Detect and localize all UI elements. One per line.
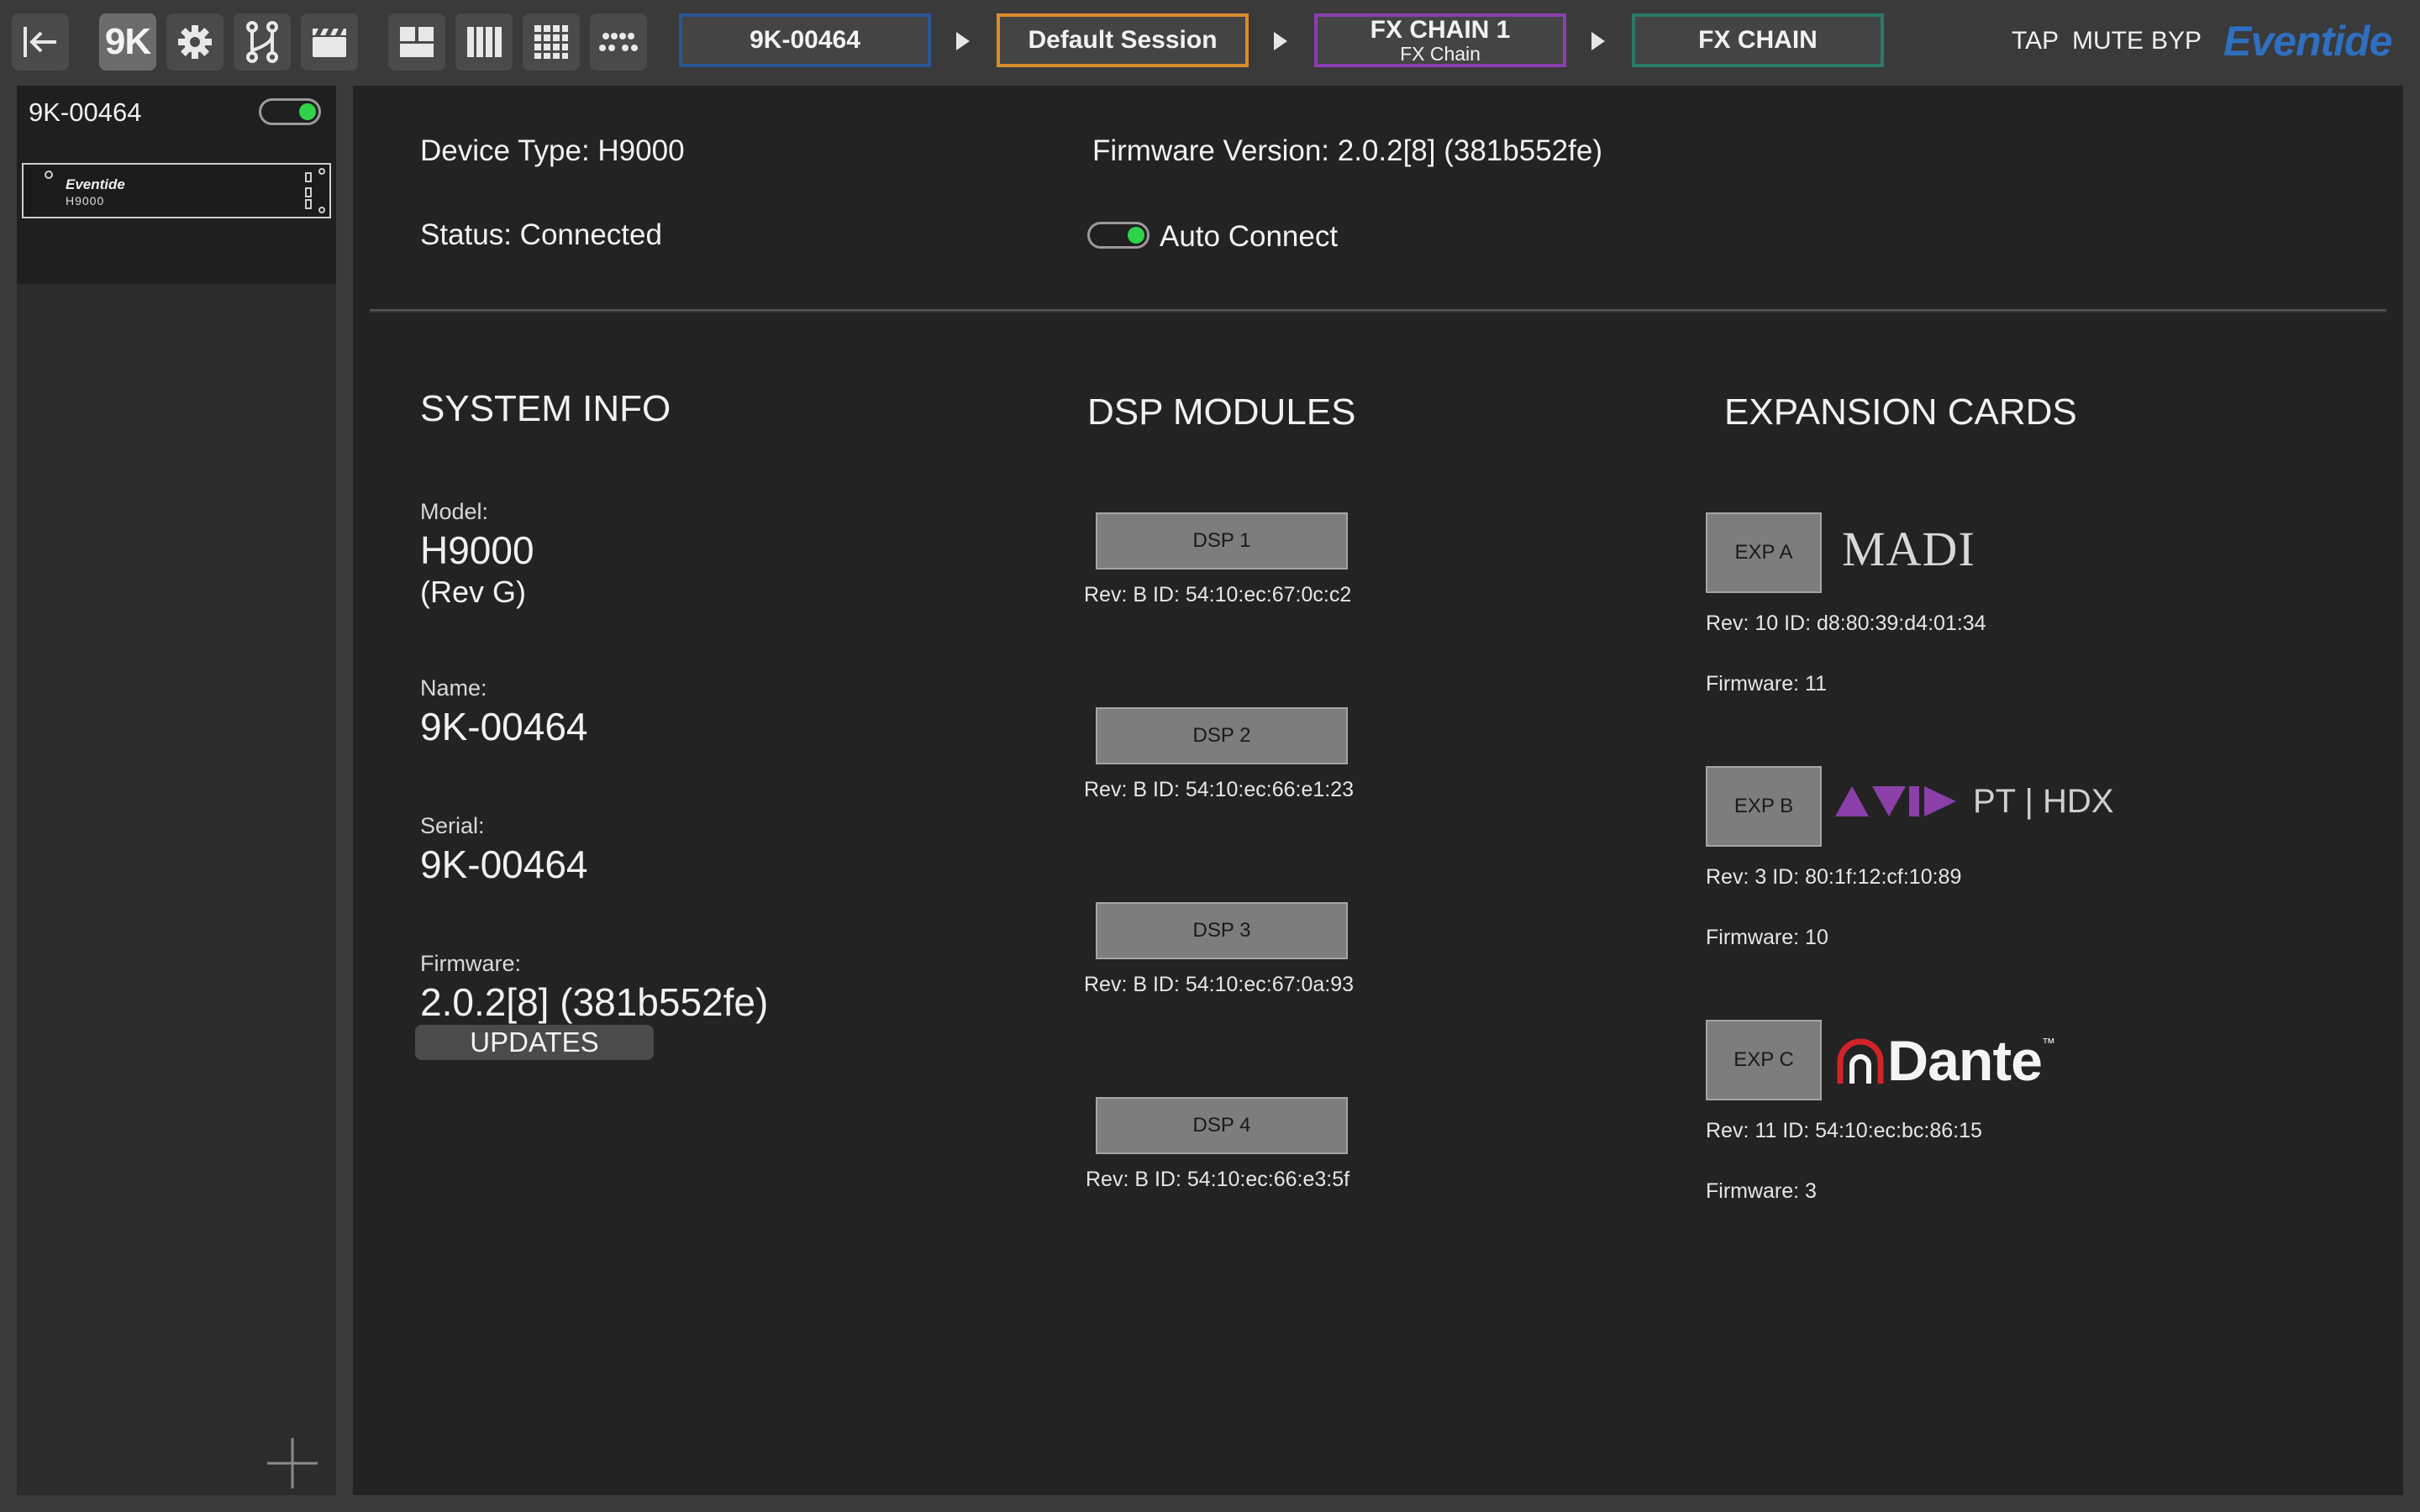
breadcrumb-session[interactable]: Default Session: [997, 13, 1249, 67]
exp-b-firmware: Firmware: 10: [1706, 926, 1828, 949]
exp-c-info: Rev: 11 ID: 54:10:ec:bc:86:15: [1706, 1119, 1982, 1142]
exp-a-label: EXP A: [1734, 541, 1793, 564]
collapse-sidebar-button[interactable]: [12, 13, 69, 71]
firmware-version: Firmware Version: 2.0.2[8] (381b552fe): [1092, 134, 1602, 167]
exp-b-label: EXP B: [1733, 795, 1794, 817]
dante-mark-icon: [1837, 1038, 1884, 1084]
breadcrumb-fx-chain-label: FX CHAIN: [1698, 26, 1818, 54]
avid-pt-hdx-logo: PT | HDX: [1835, 781, 2113, 822]
exp-b-info: Rev: 3 ID: 80:1f:12:cf:10:89: [1706, 865, 1962, 889]
breadcrumb-fx-chain-1-sub: FX Chain: [1400, 42, 1481, 65]
device-type: Device Type: H9000: [420, 134, 685, 167]
device-sidebar: [17, 86, 336, 1495]
name-value: 9K-00464: [420, 705, 588, 748]
clapperboard-icon: [313, 29, 346, 57]
exp-a-info: Rev: 10 ID: d8:80:39:d4:01:34: [1706, 612, 1986, 635]
sidebar-connect-toggle[interactable]: [259, 98, 321, 125]
firmware-label: Firmware:: [420, 951, 521, 976]
settings-button[interactable]: [166, 13, 224, 71]
layout-dots-button[interactable]: [590, 13, 647, 71]
thumb-brand: Eventide: [66, 176, 125, 192]
dsp-1-label: DSP 1: [1192, 529, 1251, 552]
dsp-1-button[interactable]: DSP 1: [1096, 512, 1348, 570]
system-info-heading: SYSTEM INFO: [420, 388, 671, 429]
avid-logo-icon: [1835, 786, 1956, 816]
top-toolbar: 9K 9K-00464 Default Session FX CHAIN 1 F…: [0, 0, 2420, 84]
auto-connect-label: Auto Connect: [1160, 220, 1339, 253]
dsp-3-button[interactable]: DSP 3: [1096, 902, 1348, 959]
add-device-button[interactable]: [266, 1436, 319, 1490]
serial-label: Serial:: [420, 813, 485, 838]
breadcrumb-fx-chain-1-label: FX CHAIN 1: [1370, 15, 1511, 44]
routing-icon: [246, 21, 278, 63]
breadcrumb-device-label: 9K-00464: [750, 26, 860, 54]
dante-logo: Dante ™: [1835, 1028, 2055, 1094]
expansion-cards-heading: EXPANSION CARDS: [1724, 391, 2077, 433]
layout-split-icon: [400, 27, 434, 57]
toggle-knob: [1128, 227, 1144, 244]
layout-split-button[interactable]: [388, 13, 445, 71]
section-divider: [370, 309, 2386, 312]
pt-hdx-text: PT | HDX: [1973, 782, 2114, 820]
device-thumbnail[interactable]: Eventide H9000: [22, 163, 331, 218]
updates-button[interactable]: UPDATES: [415, 1025, 654, 1060]
dsp-3-info: Rev: B ID: 54:10:ec:67:0a:93: [1084, 973, 1355, 996]
layout-columns-button[interactable]: [455, 13, 513, 71]
mute-button[interactable]: MUTE: [2072, 27, 2144, 55]
dsp-2-info: Rev: B ID: 54:10:ec:66:e1:23: [1084, 778, 1355, 801]
device-view-button[interactable]: 9K: [99, 13, 156, 71]
model-revision: (Rev G): [420, 575, 526, 609]
breadcrumb-arrow-icon: [1274, 32, 1287, 50]
breadcrumb-arrow-icon: [956, 32, 970, 50]
exp-a-firmware: Firmware: 11: [1706, 672, 1828, 696]
auto-connect-toggle[interactable]: [1087, 222, 1150, 249]
sidebar-device-name: 9K-00464: [29, 97, 142, 127]
breadcrumb-arrow-icon: [1591, 32, 1605, 50]
dsp-4-label: DSP 4: [1192, 1114, 1251, 1137]
breadcrumb-fx-chain[interactable]: FX CHAIN: [1632, 13, 1884, 67]
dsp-2-button[interactable]: DSP 2: [1096, 707, 1348, 764]
exp-c-label: EXP C: [1733, 1048, 1794, 1071]
layout-columns-icon: [467, 27, 502, 57]
name-label: Name:: [420, 675, 487, 701]
routing-button[interactable]: [234, 13, 291, 71]
dots-icon: [599, 33, 638, 51]
thumb-model: H9000: [66, 194, 105, 207]
dsp-3-label: DSP 3: [1192, 919, 1251, 942]
firmware-value: 2.0.2[8] (381b552fe): [420, 980, 769, 1024]
model-label: Model:: [420, 499, 489, 524]
dante-trademark: ™: [2041, 1037, 2055, 1051]
device-view-label: 9K: [104, 21, 151, 62]
dsp-modules-heading: DSP MODULES: [1087, 391, 1356, 433]
exp-a-button[interactable]: EXP A: [1706, 512, 1822, 593]
model-value: H9000: [420, 528, 534, 572]
presets-button[interactable]: [301, 13, 358, 71]
breadcrumb-device[interactable]: 9K-00464: [679, 13, 931, 67]
toggle-knob: [299, 103, 316, 120]
layout-grid-button[interactable]: [523, 13, 580, 71]
gear-icon: [178, 25, 212, 59]
exp-c-button[interactable]: EXP C: [1706, 1020, 1822, 1100]
exp-c-firmware: Firmware: 3: [1706, 1179, 1817, 1203]
dsp-4-button[interactable]: DSP 4: [1096, 1097, 1348, 1154]
dsp-2-label: DSP 2: [1192, 724, 1251, 747]
dsp-1-info: Rev: B ID: 54:10:ec:67:0c:c2: [1084, 583, 1352, 606]
bypass-button[interactable]: BYP: [2151, 27, 2202, 55]
connection-status: Status: Connected: [420, 218, 662, 251]
collapse-left-icon: [24, 27, 56, 57]
layout-grid-icon: [534, 25, 568, 59]
eventide-logo: Eventide: [2223, 18, 2392, 65]
breadcrumb-session-label: Default Session: [1028, 26, 1218, 54]
breadcrumb-fx-chain-1[interactable]: FX CHAIN 1 FX Chain: [1314, 13, 1566, 67]
exp-b-button[interactable]: EXP B: [1706, 766, 1822, 847]
tap-button[interactable]: TAP: [2012, 27, 2059, 55]
dsp-4-info: Rev: B ID: 54:10:ec:66:e3:5f: [1086, 1168, 1350, 1191]
serial-value: 9K-00464: [420, 843, 588, 886]
plus-icon: [267, 1438, 318, 1488]
madi-logo: MADI: [1842, 522, 1975, 576]
dante-text: Dante: [1887, 1029, 2043, 1093]
